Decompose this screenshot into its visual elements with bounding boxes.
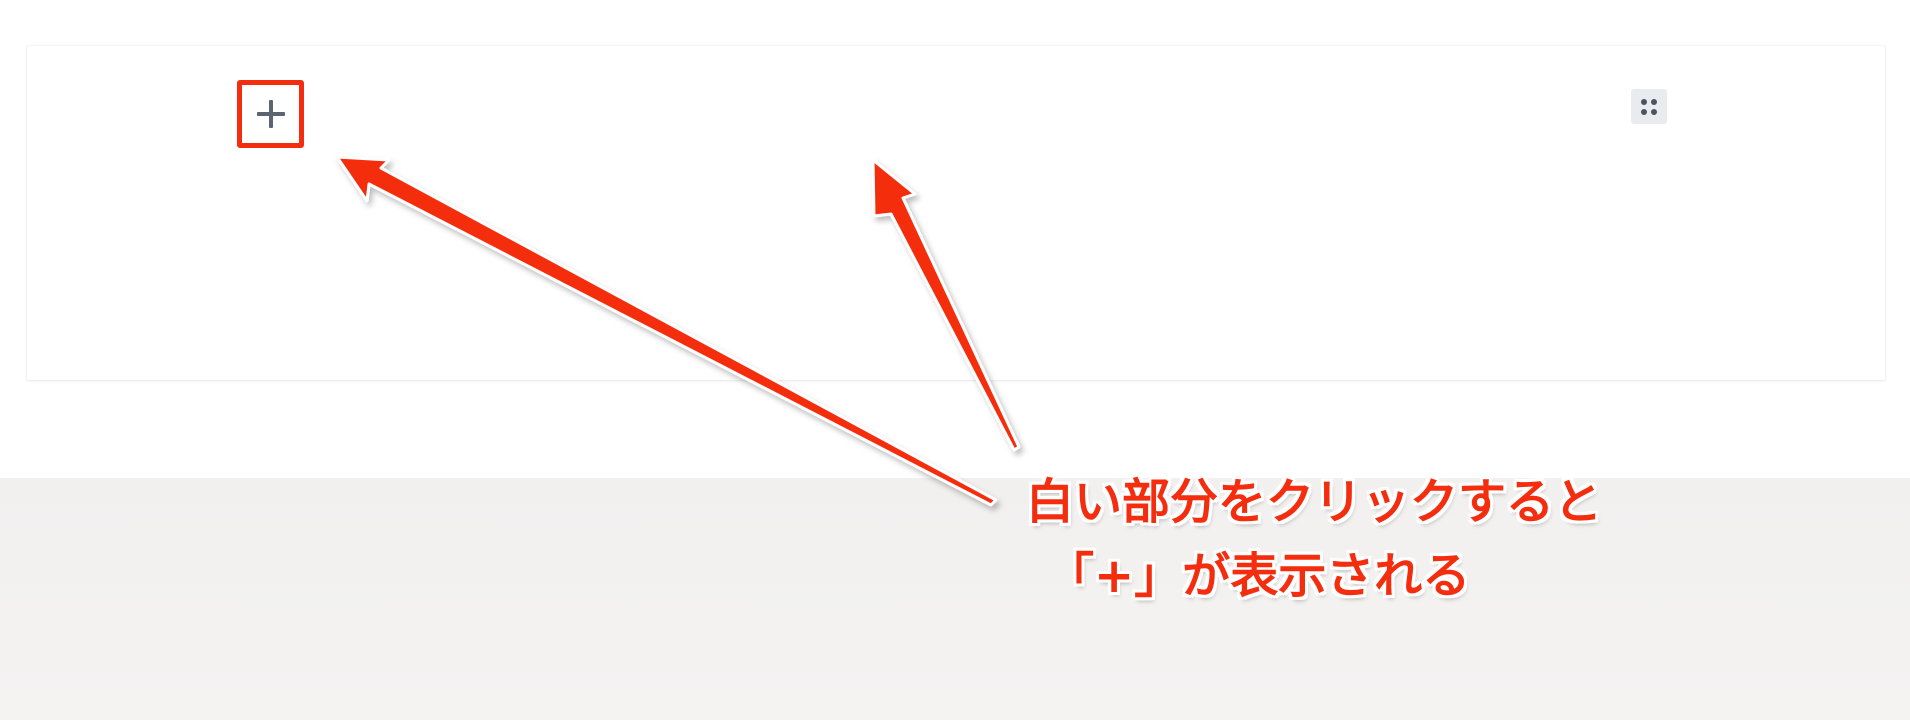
editor-block[interactable] (27, 46, 1885, 380)
annotation-text-line-1: 白い部分をクリックすると (1026, 474, 1603, 530)
drag-dot (1641, 98, 1647, 105)
drag-dot (1641, 108, 1647, 115)
drag-dot (1651, 108, 1657, 115)
plus-icon (256, 100, 285, 128)
page-background (0, 478, 1910, 720)
annotation-text-line-2: 「+」が表示される (1046, 548, 1471, 604)
add-block-button[interactable] (237, 80, 304, 148)
drag-dot (1651, 98, 1657, 105)
drag-handle-icon[interactable] (1631, 89, 1667, 124)
